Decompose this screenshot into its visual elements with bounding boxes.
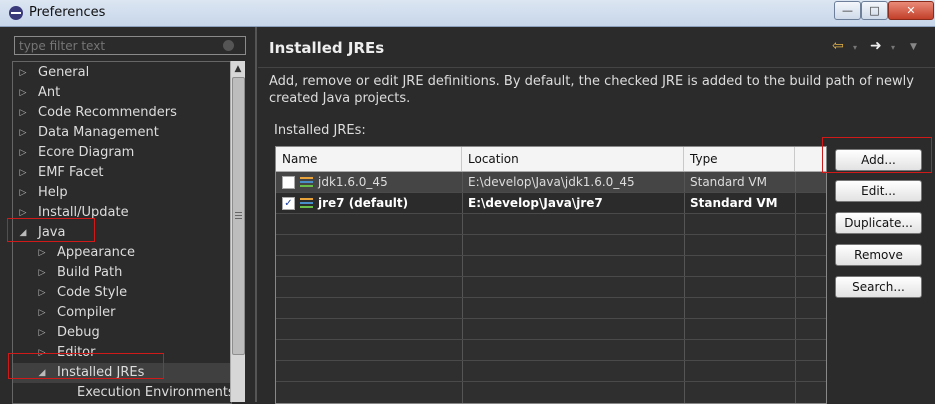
window-titlebar: Preferences — □ ✕ <box>0 0 935 27</box>
table-row[interactable]: ✓ jre7 (default) E:\develop\Java\jre7 St… <box>276 193 826 213</box>
tree-item-label: Ant <box>38 85 61 100</box>
tree-item[interactable]: ▷ Data Management <box>13 123 231 143</box>
page-title: Installed JREs <box>269 39 385 57</box>
tree-item-label: General <box>38 65 90 80</box>
jre-library-icon <box>300 176 313 188</box>
row-divider <box>276 192 826 193</box>
title-separator <box>258 67 935 68</box>
jre-name: jre7 (default) <box>318 196 409 210</box>
tree-item[interactable]: ▷ Appearance <box>13 243 231 263</box>
row-divider <box>276 360 826 361</box>
row-divider <box>276 234 826 235</box>
tree-item[interactable]: ▷ EMF Facet <box>13 163 231 183</box>
row-divider <box>276 318 826 319</box>
tree-item-label: Code Style <box>57 285 128 300</box>
remove-button[interactable]: Remove <box>835 244 922 266</box>
preference-page: Installed JREs ⇦ ▾ ➜ ▾ ▼ Add, remove or … <box>258 27 935 404</box>
back-dropdown-icon[interactable]: ▾ <box>853 43 857 52</box>
tree-item[interactable]: Execution Environments <box>13 383 231 403</box>
table-label: Installed JREs: <box>274 123 366 138</box>
page-description: Add, remove or edit JRE definitions. By … <box>269 74 914 106</box>
column-divider <box>684 172 685 403</box>
forward-arrow-icon[interactable]: ➜ <box>870 38 882 54</box>
jre-location: E:\develop\Java\jre7 <box>468 196 603 210</box>
duplicate-button[interactable]: Duplicate... <box>835 212 922 234</box>
tree-item-label: Debug <box>57 325 100 340</box>
column-divider <box>462 172 463 403</box>
preference-navigation: ▷ General ▷ Ant ▷ Code Recommenders ▷ Data Mana… <box>0 27 252 404</box>
search-button[interactable]: Search... <box>835 276 922 298</box>
window-title: Preferences <box>29 5 106 20</box>
jre-checkbox[interactable]: ✓ <box>282 197 295 210</box>
table-row[interactable]: jdk1.6.0_45 E:\develop\Java\jdk1.6.0_45 … <box>276 172 826 192</box>
tree-item-label: Compiler <box>57 305 116 320</box>
eclipse-icon <box>9 6 23 20</box>
jre-name: jdk1.6.0_45 <box>318 175 388 189</box>
jre-library-icon <box>300 197 313 209</box>
pane-divider[interactable] <box>255 27 257 402</box>
expand-arrow-icon[interactable]: ▷ <box>36 323 48 343</box>
tree-item-label: Execution Environments <box>77 385 232 400</box>
column-divider <box>795 172 796 403</box>
expand-arrow-icon[interactable]: ▷ <box>17 183 29 203</box>
expand-arrow-icon[interactable]: ▷ <box>17 103 29 123</box>
edit-button[interactable]: Edit... <box>835 180 922 202</box>
scrollbar-thumb[interactable] <box>232 77 245 355</box>
back-arrow-icon[interactable]: ⇦ <box>832 38 844 54</box>
expand-arrow-icon[interactable]: ▷ <box>17 63 29 83</box>
jre-checkbox[interactable] <box>282 176 295 189</box>
row-divider <box>276 255 826 256</box>
tree-item[interactable]: ▷ Debug <box>13 323 231 343</box>
expand-arrow-icon[interactable]: ▷ <box>17 123 29 143</box>
filter-input[interactable] <box>14 36 246 55</box>
row-divider <box>276 381 826 382</box>
expand-arrow-icon[interactable]: ▷ <box>36 283 48 303</box>
tree-item-label: Help <box>38 185 68 200</box>
tree-item[interactable]: ▷ Code Recommenders <box>13 103 231 123</box>
expand-arrow-icon[interactable]: ▷ <box>36 303 48 323</box>
expand-arrow-icon[interactable]: ▷ <box>36 243 48 263</box>
row-divider <box>276 297 826 298</box>
minimize-button[interactable]: — <box>834 1 861 20</box>
installed-jres-highlight <box>8 353 164 379</box>
tree-item[interactable]: ▷ Code Style <box>13 283 231 303</box>
expand-arrow-icon[interactable]: ▷ <box>36 263 48 283</box>
expand-arrow-icon[interactable]: ▷ <box>17 83 29 103</box>
row-divider <box>276 339 826 340</box>
tree-scrollbar[interactable]: ▲ <box>230 61 245 402</box>
close-button[interactable]: ✕ <box>888 1 934 20</box>
maximize-button[interactable]: □ <box>861 1 888 20</box>
scroll-up-icon[interactable]: ▲ <box>231 61 245 77</box>
tree-item-label: Build Path <box>57 265 123 280</box>
column-header-location[interactable]: Location <box>462 147 684 171</box>
view-menu-icon[interactable]: ▼ <box>910 42 917 52</box>
tree-item[interactable]: ▷ Build Path <box>13 263 231 283</box>
jre-type: Standard VM <box>690 175 767 189</box>
clear-filter-icon[interactable] <box>223 40 234 51</box>
row-divider <box>276 276 826 277</box>
table-header: Name Location Type <box>276 147 826 172</box>
tree-item[interactable]: ▷ Help <box>13 183 231 203</box>
jre-type: Standard VM <box>690 196 778 210</box>
tree-item[interactable]: ▷ General <box>13 63 231 83</box>
expand-arrow-icon[interactable]: ▷ <box>17 143 29 163</box>
add-highlight <box>822 137 932 173</box>
tree-item[interactable]: ▷ Ant <box>13 83 231 103</box>
tree-item-label: Appearance <box>57 245 136 260</box>
tree-item-label: Data Management <box>38 125 159 140</box>
expand-arrow-icon[interactable]: ▷ <box>17 163 29 183</box>
tree-item[interactable]: ▷ Ecore Diagram <box>13 143 231 163</box>
forward-dropdown-icon[interactable]: ▾ <box>891 43 895 52</box>
tree-item-label: Code Recommenders <box>38 105 177 120</box>
column-header-name[interactable]: Name <box>276 147 462 171</box>
jre-table: Name Location Type jdk1.6.0_45 E:\develo… <box>275 146 827 404</box>
tree-item-label: Ecore Diagram <box>38 145 135 160</box>
column-header-type[interactable]: Type <box>684 147 795 171</box>
row-divider <box>276 213 826 214</box>
java-highlight <box>7 218 95 242</box>
tree-item[interactable]: ▷ Compiler <box>13 303 231 323</box>
jre-location: E:\develop\Java\jdk1.6.0_45 <box>468 175 635 189</box>
tree-item-label: EMF Facet <box>38 165 104 180</box>
